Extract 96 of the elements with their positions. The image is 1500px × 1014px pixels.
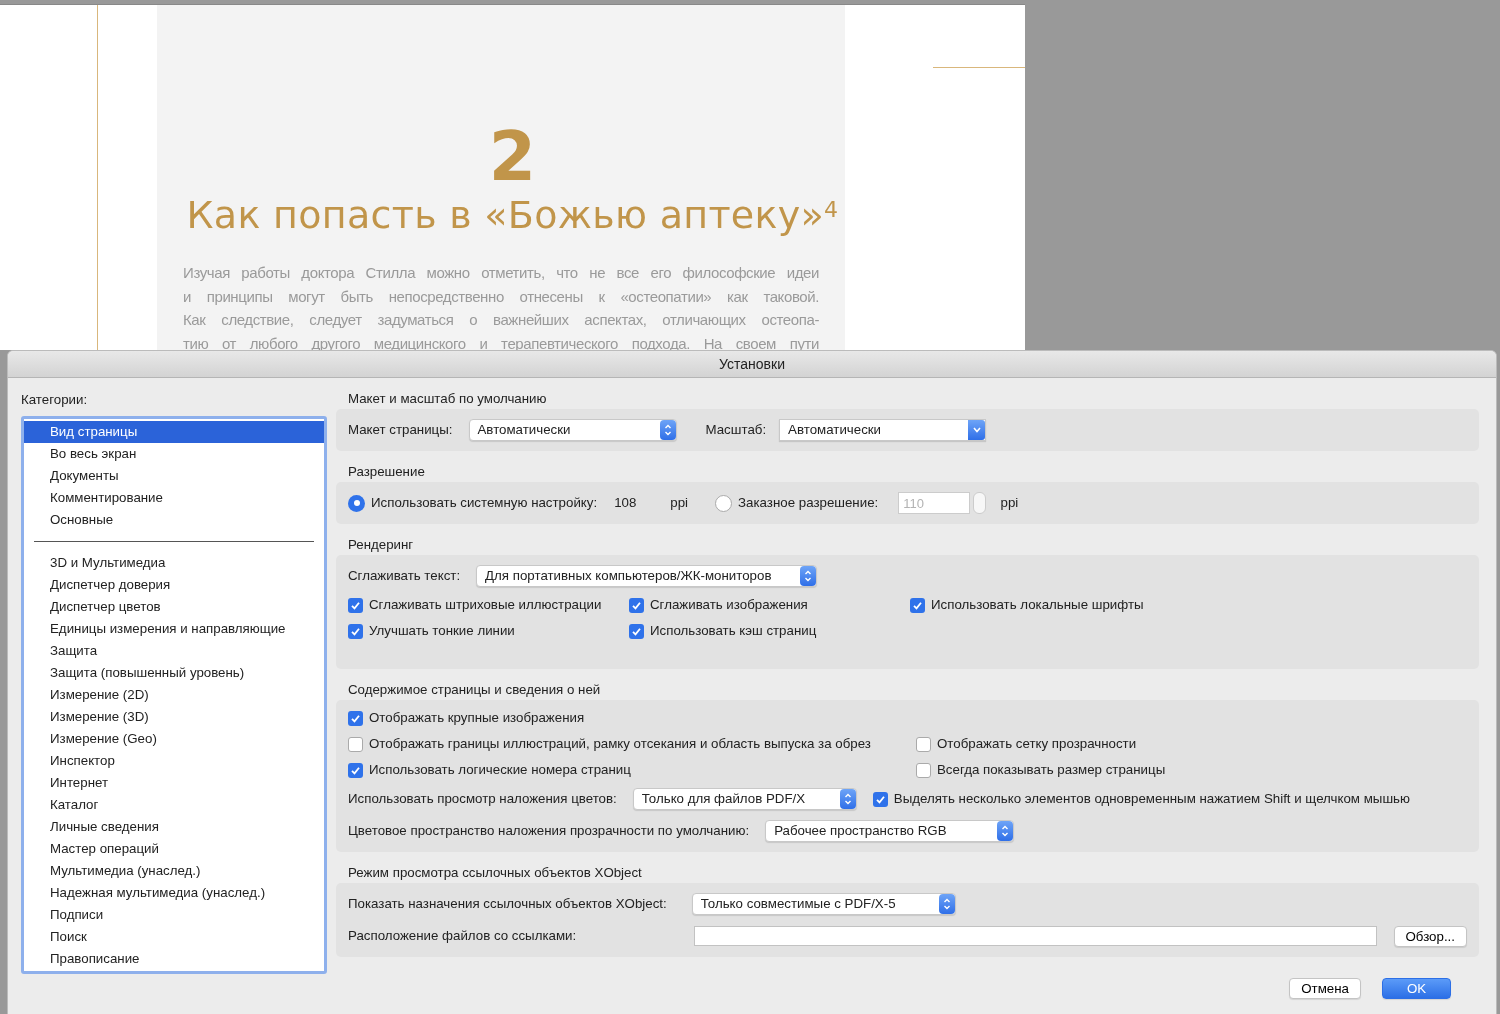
categories-label: Категории: xyxy=(21,391,89,409)
category-item[interactable]: Измерение (2D) xyxy=(24,683,324,706)
category-item[interactable]: Правописание xyxy=(24,947,324,970)
category-item[interactable]: Мультимедиа (унаслед.) xyxy=(24,859,324,882)
category-item[interactable]: Личные сведения xyxy=(24,815,324,838)
dialog-title: Установки xyxy=(8,351,1496,378)
category-item[interactable]: Мастер операций xyxy=(24,837,324,860)
checkbox[interactable] xyxy=(916,736,931,752)
category-item[interactable]: Надежная мультимедиа (унаслед.) xyxy=(24,881,324,904)
checkmark-icon xyxy=(350,764,361,776)
category-item[interactable]: Единицы измерения и направляющие xyxy=(24,617,324,640)
dropdown[interactable]: Рабочее пространство RGB xyxy=(765,820,1015,842)
category-item[interactable]: Измерение (3D) xyxy=(24,705,324,728)
category-item[interactable]: Каталог xyxy=(24,793,324,816)
up-down-arrows-icon xyxy=(1001,824,1010,838)
category-item[interactable]: Защита xyxy=(24,639,324,662)
checkbox[interactable] xyxy=(910,597,925,613)
section-title: Макет и масштаб по умолчанию xyxy=(347,390,548,408)
category-item[interactable]: Подписи xyxy=(24,903,324,926)
up-down-arrows-icon xyxy=(942,897,951,911)
category-item[interactable]: Защита (повышенный уровень) xyxy=(24,661,324,684)
up-down-arrows-icon xyxy=(663,423,672,437)
checkbox[interactable] xyxy=(348,597,363,613)
checkbox-label: Улучшать тонкие линии xyxy=(369,622,515,641)
checkbox-label: Использовать кэш страниц xyxy=(650,622,817,641)
checkbox[interactable] xyxy=(348,710,363,726)
checkmark-icon xyxy=(874,793,886,805)
field-label: Цветовое пространство наложения прозрачности по умолчанию: xyxy=(348,822,750,841)
up-down-arrows-icon xyxy=(843,792,852,806)
category-item[interactable]: Измерение (Geo) xyxy=(24,727,324,750)
checkmark-icon xyxy=(912,599,923,611)
section-title: Рендеринг xyxy=(347,536,415,554)
chapter-number: 2 xyxy=(487,123,538,191)
radio-label: Использовать системную настройку: xyxy=(371,494,598,513)
chapter-title: Как попасть в «Божью аптеку»$^{4}$ xyxy=(185,195,840,237)
radio-button[interactable] xyxy=(715,494,733,512)
field-label: ppi xyxy=(670,494,689,513)
checkbox-label: Сглаживать штриховые иллюстрации xyxy=(369,596,602,615)
checkbox-label: Отображать сетку прозрачности xyxy=(937,735,1137,754)
checkbox-label: Использовать логические номера страниц xyxy=(369,761,631,780)
dropdown[interactable]: Автоматически xyxy=(468,419,677,441)
checkmark-icon xyxy=(350,625,361,637)
dropdown[interactable]: Только совместимые с PDF/X-5 xyxy=(691,893,956,915)
checkbox[interactable] xyxy=(348,736,363,752)
checkbox-label: Сглаживать изображения xyxy=(650,596,808,615)
radio-button[interactable] xyxy=(348,494,365,512)
checkbox-label: Отображать границы иллюстраций, рамку отсекания и область выпуска за обрез xyxy=(369,735,871,754)
checkbox[interactable] xyxy=(916,762,931,778)
field-label: Показать назначения ссылочных объектов XObject: xyxy=(348,895,667,914)
path-field[interactable] xyxy=(694,926,1377,946)
radio-label: Заказное разрешение: xyxy=(738,494,879,513)
up-down-arrows-icon xyxy=(804,569,813,583)
section-title: Содержимое страницы и сведения о ней xyxy=(347,681,602,699)
checkmark-icon xyxy=(350,712,361,724)
checkbox-label: Всегда показывать размер страницы xyxy=(937,761,1166,780)
text-line: Как следствие, следует задуматься о важнейших аспектах, отличающих остеопа- xyxy=(183,310,819,330)
browse-button[interactable]: Обзор... xyxy=(1393,925,1467,947)
checkmark-icon xyxy=(631,599,642,611)
chevron-down-icon xyxy=(971,426,982,434)
section-title: Разрешение xyxy=(347,463,426,481)
category-item[interactable]: Документы xyxy=(24,464,324,487)
field-label: Макет страницы: xyxy=(348,421,453,440)
category-item[interactable]: Инспектор xyxy=(24,749,324,772)
text-line: и принципы могут быть непосредственно отнесены к «остеопатии» как таковой. xyxy=(183,286,819,307)
checkbox-label: Выделять несколько элементов одновременным нажатием Shift и щелчком мышью xyxy=(893,790,1410,809)
field-label: Сглаживать текст: xyxy=(348,567,461,586)
checkbox[interactable] xyxy=(629,597,644,613)
category-item[interactable]: Во весь экран xyxy=(24,442,324,465)
category-item[interactable]: Комментирование xyxy=(24,486,324,509)
checkbox[interactable] xyxy=(348,623,363,639)
checkbox-label: Использовать локальные шрифты xyxy=(931,596,1144,615)
category-item[interactable]: Вид страницы xyxy=(24,420,324,443)
ok-button[interactable]: OK xyxy=(1382,978,1451,999)
category-item[interactable]: Интернет xyxy=(24,771,324,794)
field-label: Использовать просмотр наложения цветов: xyxy=(348,790,617,809)
checkmark-icon xyxy=(631,625,642,637)
checkbox[interactable] xyxy=(348,762,363,778)
category-item[interactable]: 3D и Мультимедиа xyxy=(24,551,324,574)
category-item[interactable]: Поиск xyxy=(24,925,324,948)
field-label: ppi xyxy=(1000,494,1019,513)
cancel-button[interactable]: Отмена xyxy=(1289,978,1361,999)
dropdown[interactable]: Только для файлов PDF/X xyxy=(632,788,857,810)
checkbox[interactable] xyxy=(629,623,644,639)
category-item[interactable]: Диспетчер доверия xyxy=(24,573,324,596)
field-label: Расположение файлов со ссылками: xyxy=(348,927,577,946)
field-label: 108 xyxy=(614,494,637,513)
text-line: Изучая работы доктора Стилла можно отметить, что не все его философские идеи xyxy=(183,263,819,283)
section-title: Режим просмотра ссылочных объектов XObject xyxy=(347,864,643,882)
category-item[interactable]: Диспетчер цветов xyxy=(24,595,324,618)
dropdown[interactable]: Для портативных компьютеров/ЖК-мониторов xyxy=(476,565,818,587)
dropdown[interactable]: Автоматически xyxy=(779,419,987,441)
checkmark-icon xyxy=(350,599,361,611)
category-item[interactable]: Основные xyxy=(24,508,324,531)
field-label: Масштаб: xyxy=(705,421,767,440)
checkbox-label: Отображать крупные изображения xyxy=(369,709,585,728)
checkbox[interactable] xyxy=(872,791,888,807)
